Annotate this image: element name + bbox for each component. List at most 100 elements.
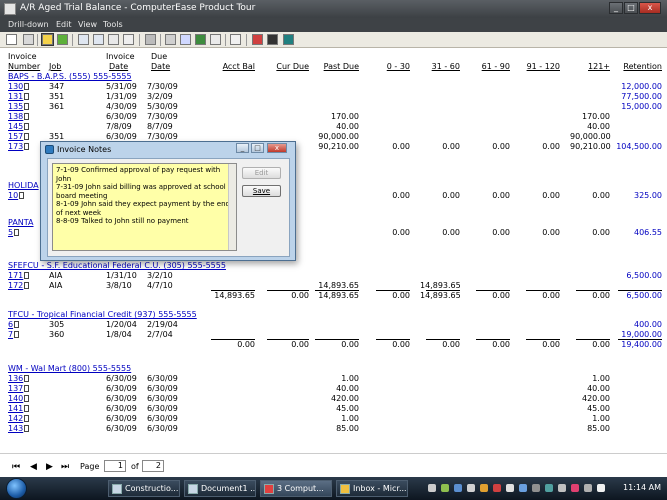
invoice-number-link[interactable]: 173 — [8, 142, 34, 152]
tray-icon[interactable] — [441, 484, 449, 492]
invoice-number-link[interactable]: 171 — [8, 271, 34, 281]
maximize-button[interactable]: □ — [624, 2, 638, 14]
document-icon[interactable] — [19, 192, 25, 199]
find-next-icon[interactable] — [93, 34, 104, 45]
document-icon[interactable] — [24, 113, 30, 120]
menu-drill-down[interactable]: Drill-down — [8, 20, 49, 29]
document-icon[interactable] — [24, 103, 30, 110]
document-icon[interactable] — [24, 282, 30, 289]
notes-textarea[interactable]: 7-1-09 Confirmed approval of pay request… — [52, 163, 237, 251]
next-page-button[interactable]: ▶ — [46, 462, 53, 472]
tray-icon[interactable] — [584, 484, 592, 492]
document-icon[interactable] — [24, 272, 30, 279]
invoice-number-link[interactable]: 142 — [8, 414, 34, 424]
columns-icon[interactable] — [23, 34, 34, 45]
col-header-due-date[interactable]: Date — [151, 62, 170, 72]
invoice-number-link[interactable]: 138 — [8, 112, 34, 122]
customer-link[interactable]: WM - Wal Mart (800) 555-5555 — [8, 364, 131, 374]
task-inbox[interactable]: Inbox - Micr... — [336, 480, 408, 497]
document-icon[interactable] — [24, 425, 30, 432]
invoice-number-link[interactable]: 6 — [8, 320, 34, 330]
invoice-number-link[interactable]: 145 — [8, 122, 34, 132]
document-icon[interactable] — [24, 133, 30, 140]
prev-page-button[interactable]: ◀ — [30, 462, 37, 472]
tray-icon[interactable] — [493, 484, 501, 492]
document-icon[interactable] — [24, 123, 30, 130]
task-document[interactable]: Document1 ... — [184, 480, 256, 497]
task-computerease[interactable]: 3 Comput... — [260, 480, 332, 497]
start-button[interactable] — [6, 478, 27, 499]
document-icon[interactable] — [24, 395, 30, 402]
document-icon[interactable] — [24, 83, 30, 90]
menu-view[interactable]: View — [78, 20, 97, 29]
document-icon[interactable] — [24, 385, 30, 392]
invoice-number-link[interactable]: 141 — [8, 404, 34, 414]
excel-icon[interactable] — [195, 34, 206, 45]
customer-link[interactable]: SFEFCU - S.F. Educational Federal C.U. (… — [8, 261, 226, 271]
menu-tools[interactable]: Tools — [103, 20, 123, 29]
checklist-icon[interactable] — [123, 34, 134, 45]
invoice-number-link[interactable]: 135 — [8, 102, 34, 112]
document-icon[interactable] — [24, 93, 30, 100]
page-number-input[interactable]: 1 — [104, 460, 126, 472]
task-construction[interactable]: Constructio... — [108, 480, 180, 497]
tray-icon[interactable] — [506, 484, 514, 492]
dialog-maximize-button[interactable]: □ — [251, 143, 264, 153]
print-preview-icon[interactable] — [180, 34, 191, 45]
refresh-icon[interactable] — [252, 34, 263, 45]
invoice-number-link[interactable]: 130 — [8, 82, 34, 92]
document-icon[interactable] — [24, 405, 30, 412]
col-header-acct-bal[interactable]: Acct Bal — [205, 62, 255, 72]
col-header-cur-due[interactable]: Cur Due — [261, 62, 309, 72]
plane-icon[interactable] — [267, 34, 278, 45]
export-icon[interactable] — [230, 34, 241, 45]
edit-button[interactable]: Edit — [242, 167, 281, 179]
invoice-number-link[interactable]: 140 — [8, 394, 34, 404]
tray-icon[interactable] — [480, 484, 488, 492]
minimize-button[interactable]: _ — [609, 2, 623, 14]
tray-icon[interactable] — [571, 484, 579, 492]
col-header-61-90[interactable]: 61 - 90 — [470, 62, 510, 72]
col-header-invoice-date[interactable]: Date — [109, 62, 128, 72]
email-icon[interactable] — [210, 34, 221, 45]
notes-scrollbar[interactable] — [228, 164, 236, 250]
customer-link[interactable]: BAPS - B.A.P.S. (555) 555-5555 — [8, 72, 132, 82]
close-button[interactable]: x — [639, 2, 661, 14]
document-icon[interactable] — [24, 143, 30, 150]
tray-icon[interactable] — [454, 484, 462, 492]
find-icon[interactable] — [78, 34, 89, 45]
tray-icon[interactable] — [558, 484, 566, 492]
col-header-past-due[interactable]: Past Due — [309, 62, 359, 72]
tray-icon[interactable] — [532, 484, 540, 492]
last-page-button[interactable]: ⏭ — [61, 462, 69, 472]
tray-icon[interactable] — [519, 484, 527, 492]
invoice-number-link[interactable]: 5 — [8, 228, 34, 238]
col-header-0-30[interactable]: 0 - 30 — [370, 62, 410, 72]
new-icon[interactable] — [6, 34, 17, 45]
chart-icon[interactable] — [145, 34, 156, 45]
calculator-icon[interactable] — [283, 34, 294, 45]
menu-edit[interactable]: Edit — [56, 20, 72, 29]
customer-link[interactable]: TFCU - Tropical Financial Credit (937) 5… — [8, 310, 197, 320]
document-icon[interactable] — [24, 415, 30, 422]
copy-icon[interactable] — [108, 34, 119, 45]
col-header-number[interactable]: Number — [8, 62, 40, 72]
invoice-number-link[interactable]: 7 — [8, 330, 34, 340]
note-icon[interactable] — [41, 33, 54, 46]
invoice-number-link[interactable]: 172 — [8, 281, 34, 291]
col-header-31-60[interactable]: 31 - 60 — [420, 62, 460, 72]
invoice-number-link[interactable]: 136 — [8, 374, 34, 384]
tray-icon[interactable] — [467, 484, 475, 492]
customer-link[interactable]: PANTA — [8, 218, 34, 228]
dialog-minimize-button[interactable]: _ — [236, 143, 249, 153]
print-icon[interactable] — [165, 34, 176, 45]
col-header-job[interactable]: Job — [49, 62, 61, 72]
col-header-91-120[interactable]: 91 - 120 — [520, 62, 560, 72]
col-header-121[interactable]: 121+ — [570, 62, 610, 72]
col-header-retention[interactable]: Retention — [612, 62, 662, 72]
tray-icon[interactable] — [545, 484, 553, 492]
dialog-close-button[interactable]: x — [267, 143, 287, 153]
invoice-number-link[interactable]: 137 — [8, 384, 34, 394]
document-icon[interactable] — [14, 331, 20, 338]
tray-icon[interactable] — [428, 484, 436, 492]
